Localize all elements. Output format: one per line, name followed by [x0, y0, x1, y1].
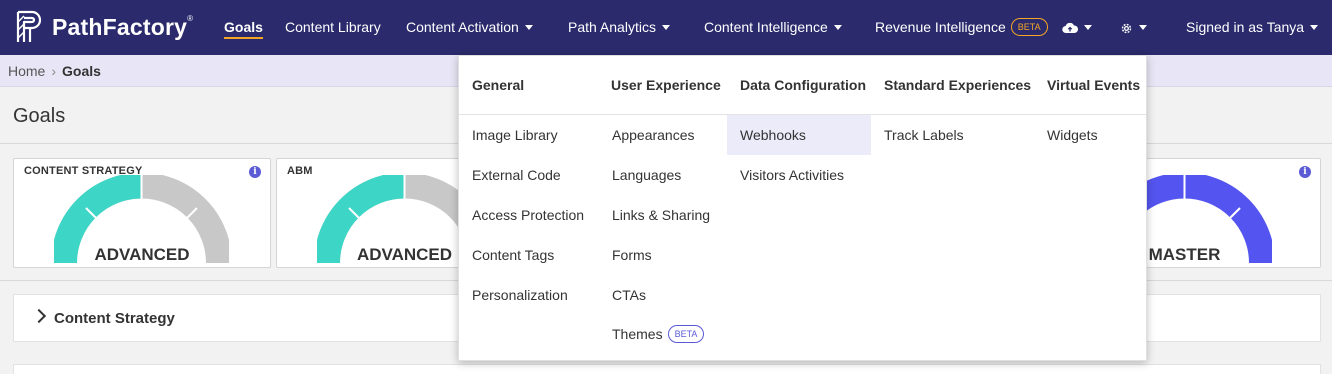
nav-path-analytics-label: Path Analytics [568, 19, 656, 35]
menu-item-ctas[interactable]: CTAs [599, 275, 727, 315]
beta-badge: BETA [667, 325, 705, 344]
gauge-level-label: ADVANCED [356, 245, 453, 264]
pathfactory-logo-icon [16, 10, 42, 42]
cloud-upload-icon [1062, 23, 1079, 34]
dropdown-header-data-configuration: Data Configuration [740, 77, 866, 93]
nav-goals[interactable]: Goals [224, 0, 263, 55]
breadcrumb-home[interactable]: Home [8, 63, 45, 79]
menu-item-webhooks[interactable]: Webhooks [727, 115, 871, 155]
menu-item-external-code[interactable]: External Code [459, 155, 599, 195]
dropdown-header-user-experience: User Experience [611, 77, 721, 93]
nav-content-activation-label: Content Activation [406, 19, 519, 35]
menu-item-track-labels[interactable]: Track Labels [871, 115, 1034, 155]
signed-in-label: Signed in as Tanya [1186, 19, 1305, 35]
menu-item-access-protection[interactable]: Access Protection [459, 195, 599, 235]
menu-item-links-sharing[interactable]: Links & Sharing [599, 195, 727, 235]
user-menu[interactable]: Signed in as Tanya [1186, 0, 1319, 55]
gauge-level-label: ADVANCED [94, 245, 190, 264]
pathfactory-logo[interactable]: PathFactory® [14, 8, 193, 46]
page-title: Goals [13, 105, 66, 127]
menu-item-themes[interactable]: Themes BETA [599, 314, 727, 354]
goal-card-content-strategy[interactable]: CONTENT STRATEGY i ADVANCED [13, 158, 271, 268]
menu-item-visitors-activities[interactable]: Visitors Activities [727, 155, 871, 195]
nav-content-intelligence-label: Content Intelligence [704, 19, 828, 35]
settings-menu[interactable] [1120, 0, 1147, 55]
accordion-next[interactable] [13, 364, 1321, 374]
content-activation-dropdown: General User Experience Data Configurati… [458, 55, 1147, 361]
menu-item-image-library[interactable]: Image Library [459, 115, 599, 155]
caret-down-icon [524, 24, 533, 30]
menu-item-themes-label: Themes [612, 326, 663, 342]
top-nav: PathFactory® Goals Content Library Conte… [0, 0, 1332, 55]
caret-down-icon [1084, 24, 1092, 30]
menu-item-appearances[interactable]: Appearances [599, 115, 727, 155]
dropdown-header-virtual-events: Virtual Events [1047, 77, 1141, 93]
menu-item-forms[interactable]: Forms [599, 235, 727, 275]
gear-icon [1121, 23, 1132, 34]
breadcrumb-current: Goals [62, 63, 101, 79]
nav-path-analytics[interactable]: Path Analytics [568, 0, 670, 55]
cloud-menu[interactable] [1062, 0, 1092, 55]
info-icon[interactable]: i [1299, 166, 1311, 178]
menu-item-widgets[interactable]: Widgets [1034, 115, 1146, 155]
caret-down-icon [833, 24, 842, 30]
dropdown-header-general: General [472, 77, 525, 93]
nav-revenue-intelligence-label: Revenue Intelligence [875, 19, 1006, 35]
caret-down-icon [661, 24, 670, 30]
nav-content-activation[interactable]: Content Activation [406, 0, 533, 55]
nav-content-intelligence[interactable]: Content Intelligence [704, 0, 842, 55]
caret-down-icon [1310, 24, 1319, 30]
caret-down-icon [1139, 24, 1147, 30]
nav-content-library[interactable]: Content Library [285, 0, 381, 55]
beta-badge: BETA [1010, 18, 1048, 37]
chevron-right-icon [31, 308, 47, 324]
accordion-label: Content Strategy [54, 310, 175, 327]
card-title: ABM [287, 165, 313, 177]
nav-revenue-intelligence[interactable]: Revenue Intelligence BETA [875, 0, 1048, 55]
menu-item-languages[interactable]: Languages [599, 155, 727, 195]
menu-item-personalization[interactable]: Personalization [459, 275, 599, 315]
info-icon[interactable]: i [249, 166, 261, 178]
breadcrumb-separator: › [51, 63, 57, 79]
menu-item-content-tags[interactable]: Content Tags [459, 235, 599, 275]
dropdown-header-standard-experiences: Standard Experiences [884, 77, 1032, 93]
goal-card-abm[interactable]: ABM ADVANCED [276, 158, 466, 268]
logo-text: PathFactory® [52, 13, 194, 40]
